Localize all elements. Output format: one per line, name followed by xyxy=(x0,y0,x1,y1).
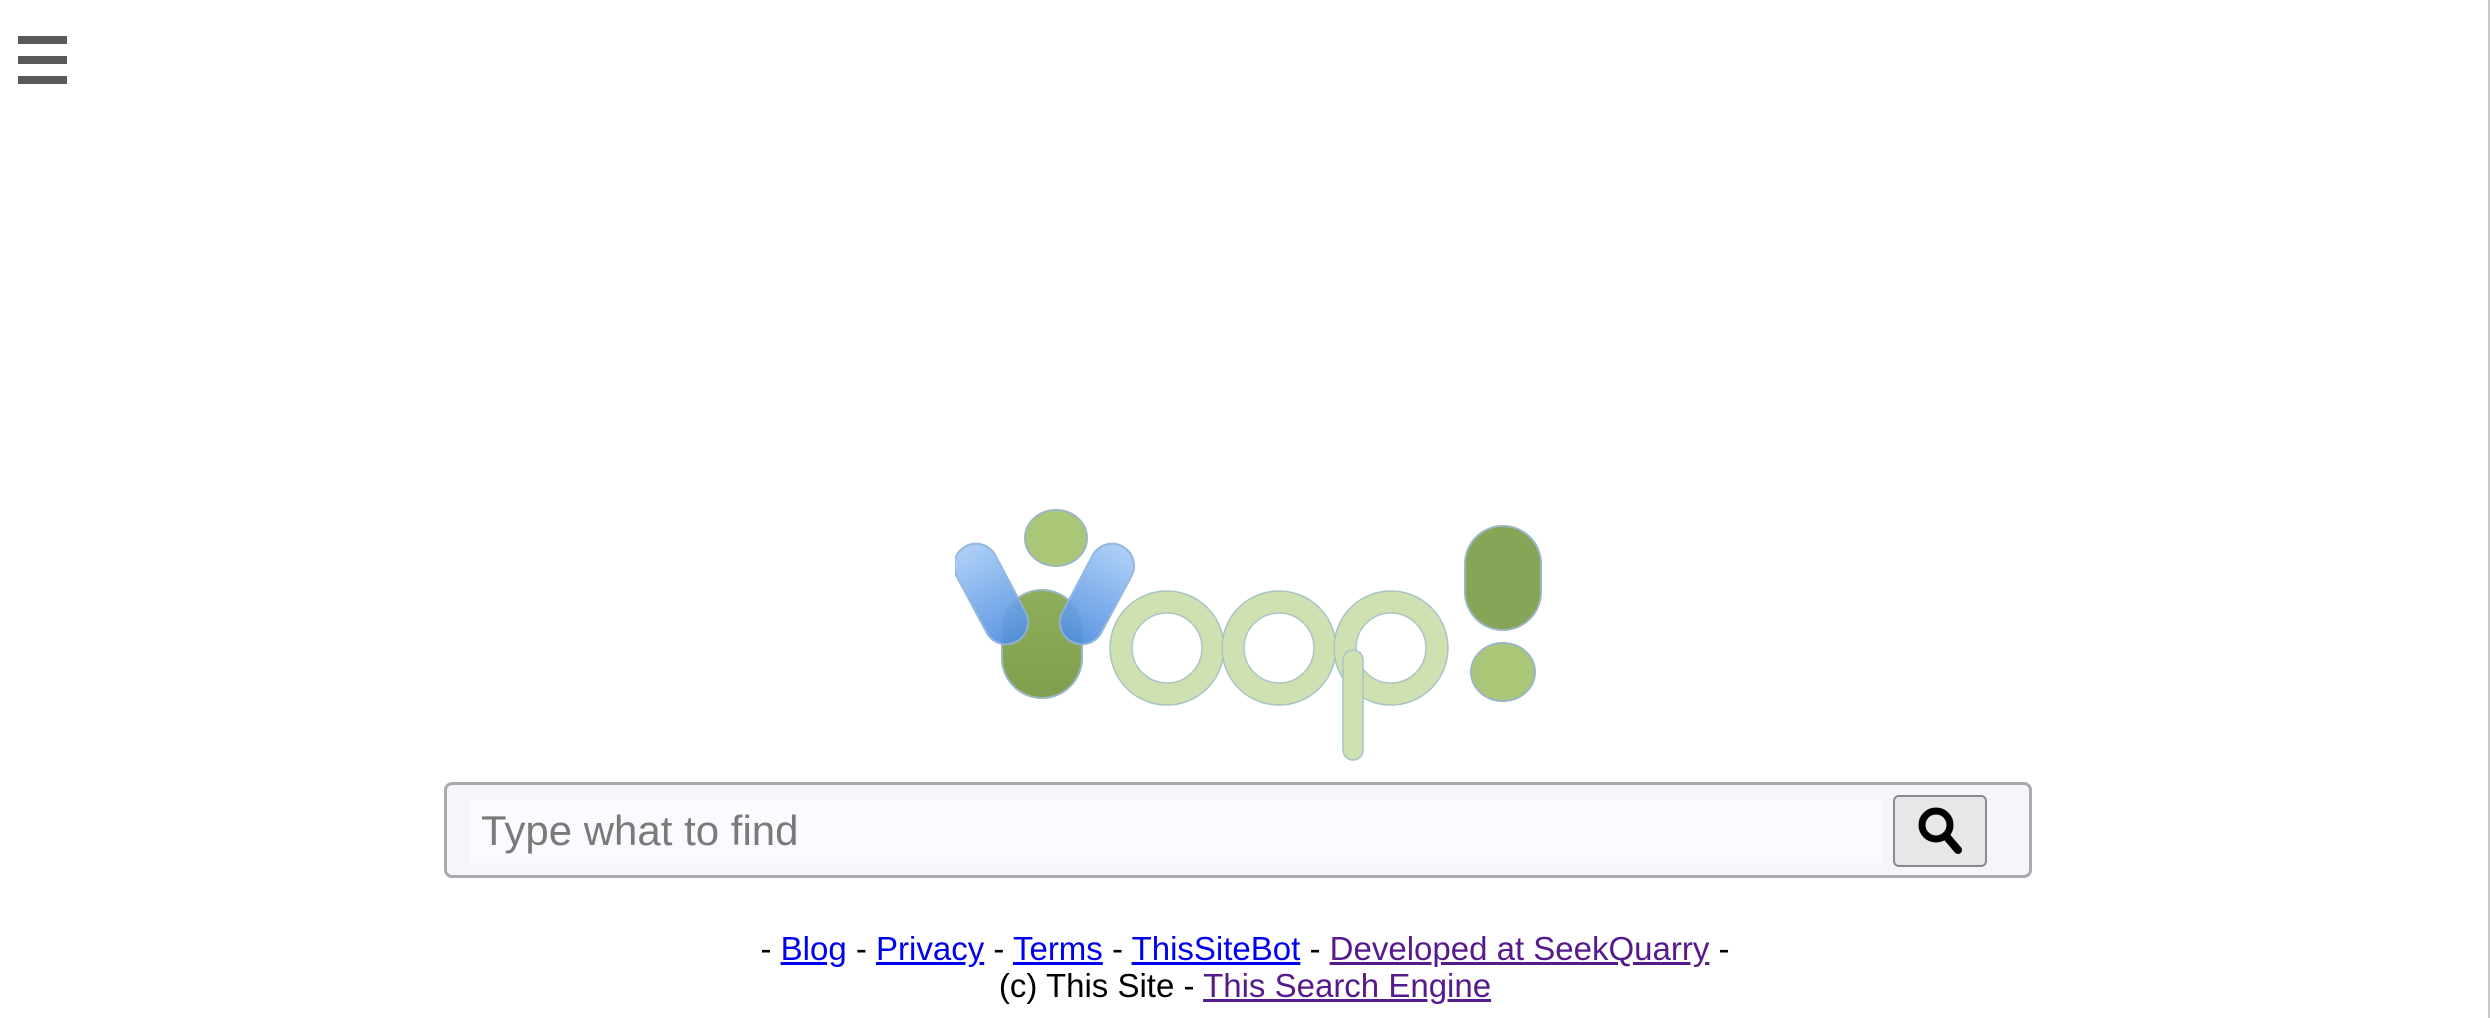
footer-separator: - xyxy=(760,930,772,967)
privacy-link[interactable]: Privacy xyxy=(876,930,984,967)
footer: - Blog - Privacy - Terms - ThisSiteBot -… xyxy=(0,930,2490,1004)
search-button[interactable] xyxy=(1893,795,1987,867)
blog-link[interactable]: Blog xyxy=(781,930,847,967)
terms-link[interactable]: Terms xyxy=(1013,930,1103,967)
footer-copyright-row: (c) This Site - This Search Engine xyxy=(0,967,2490,1004)
magnifier-icon xyxy=(1918,807,1962,854)
footer-links-row: - Blog - Privacy - Terms - ThisSiteBot -… xyxy=(0,930,2490,967)
footer-separator: - xyxy=(1309,930,1321,967)
yoop-logo xyxy=(955,509,1542,761)
footer-separator: - xyxy=(1183,967,1195,1004)
footer-separator: - xyxy=(855,930,867,967)
search-form xyxy=(444,782,2032,878)
copyright-text: (c) This Site xyxy=(998,967,1175,1004)
footer-separator: - xyxy=(1718,930,1730,967)
sitebot-link[interactable]: ThisSiteBot xyxy=(1132,930,1301,967)
search-input[interactable] xyxy=(471,799,1881,863)
page: - Blog - Privacy - Terms - ThisSiteBot -… xyxy=(0,0,2490,1018)
footer-separator: - xyxy=(1111,930,1123,967)
hamburger-menu-icon[interactable] xyxy=(18,30,68,92)
search-engine-link[interactable]: This Search Engine xyxy=(1203,967,1491,1004)
footer-separator: - xyxy=(993,930,1005,967)
seekquarry-link[interactable]: Developed at SeekQuarry xyxy=(1330,930,1710,967)
